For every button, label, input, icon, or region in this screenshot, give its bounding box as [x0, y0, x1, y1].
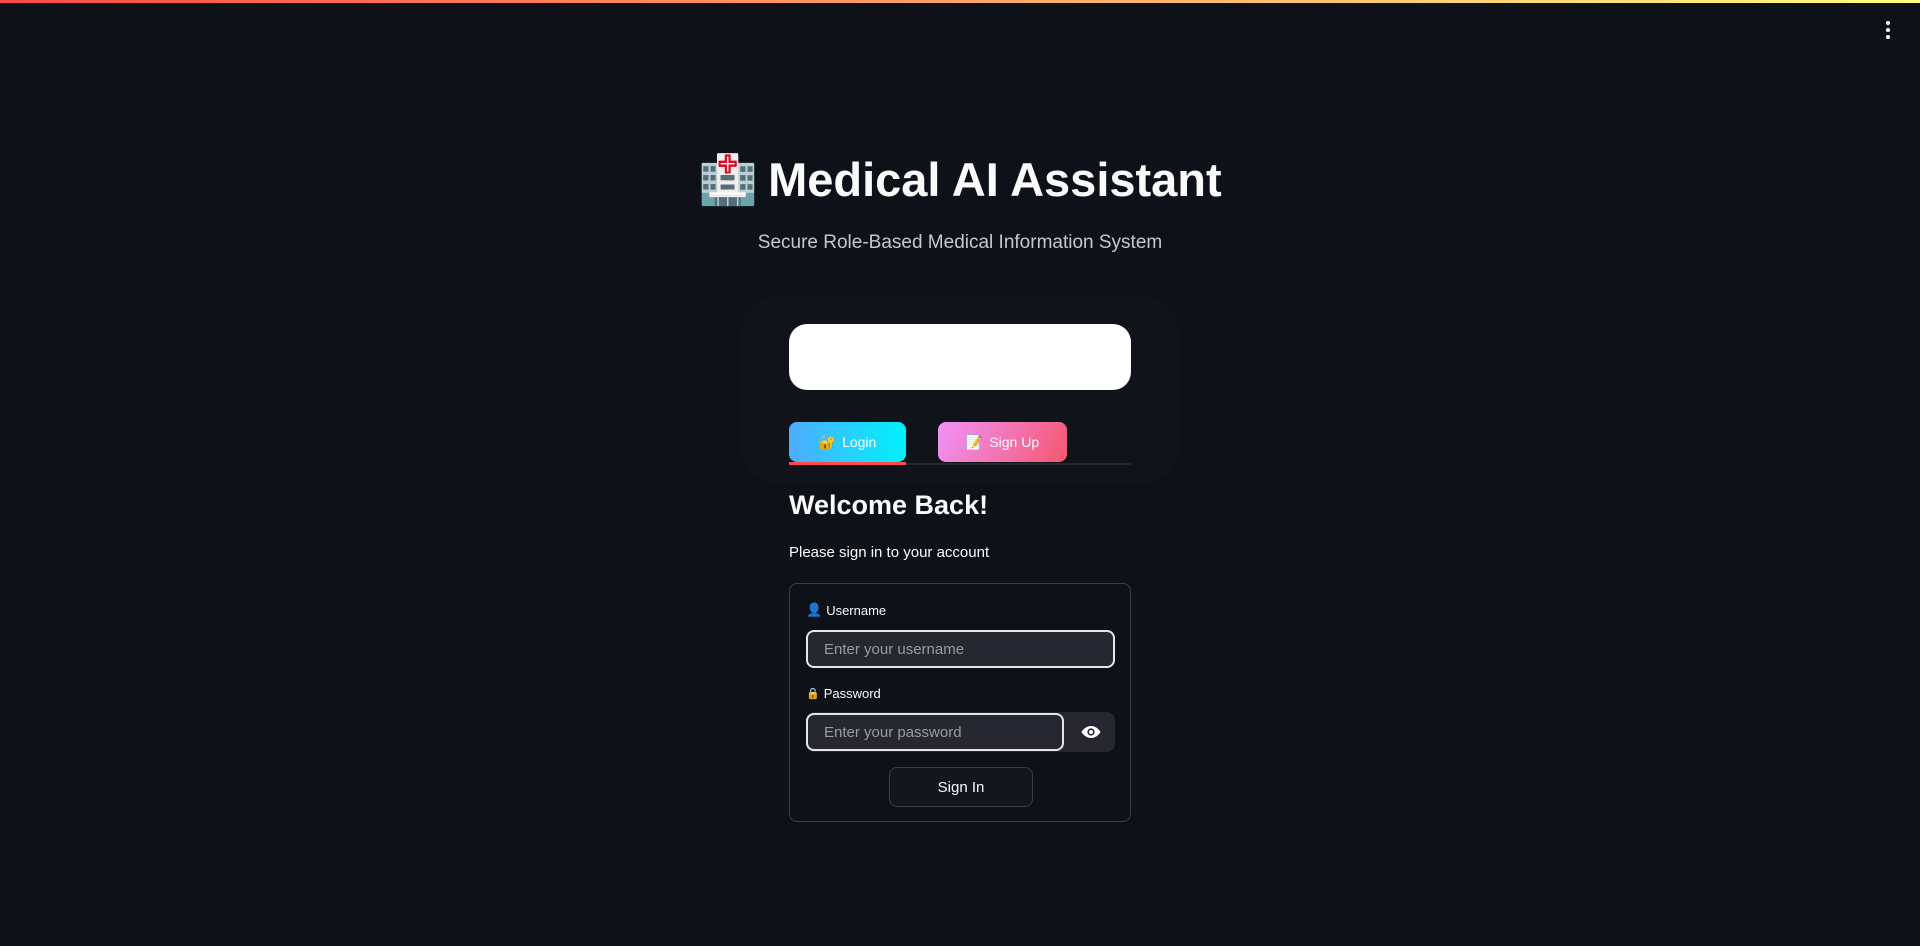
menu-dot-icon: [1886, 35, 1890, 39]
password-label: 🔒 Password: [806, 686, 881, 701]
lock-key-icon: 🔐: [818, 433, 837, 450]
tab-login[interactable]: 🔐 Login: [789, 422, 906, 462]
username-label: 👤 Username: [806, 602, 886, 618]
show-password-toggle[interactable]: [1067, 712, 1115, 752]
hospital-icon: 🏥: [698, 154, 759, 207]
login-subheading: Please sign in to your account: [789, 544, 990, 561]
login-form: 👤Username 🔒Password Sign In: [789, 583, 1131, 822]
username-label-text: Username: [826, 602, 887, 618]
sign-in-button[interactable]: Sign In: [889, 767, 1033, 807]
password-input[interactable]: [806, 713, 1064, 751]
main-menu-button[interactable]: [1878, 20, 1898, 40]
tab-sign-up-label: Sign Up: [989, 434, 1040, 450]
password-label-text: Password: [823, 686, 881, 701]
tab-sign-up[interactable]: 📝 Sign Up: [938, 422, 1067, 462]
active-tab-indicator: [789, 462, 906, 465]
page-title-text: Medical AI Assistant: [768, 153, 1222, 206]
top-decoration-bar: [0, 0, 1920, 3]
page-subtitle: Secure Role-Based Medical Information Sy…: [757, 232, 1163, 253]
tab-login-label: Login: [842, 434, 877, 450]
user-icon: 👤: [806, 602, 823, 617]
menu-dot-icon: [1886, 21, 1890, 25]
eye-icon: [1081, 726, 1101, 738]
username-input[interactable]: [806, 630, 1115, 668]
menu-dot-icon: [1886, 28, 1890, 32]
login-heading: Welcome Back!: [789, 490, 989, 520]
memo-icon: 📝: [965, 433, 984, 450]
page-title: 🏥 Medical AI Assistant: [0, 148, 1920, 213]
password-field: [806, 712, 1115, 752]
lock-icon: 🔒: [806, 688, 820, 700]
blank-banner: [789, 324, 1131, 390]
